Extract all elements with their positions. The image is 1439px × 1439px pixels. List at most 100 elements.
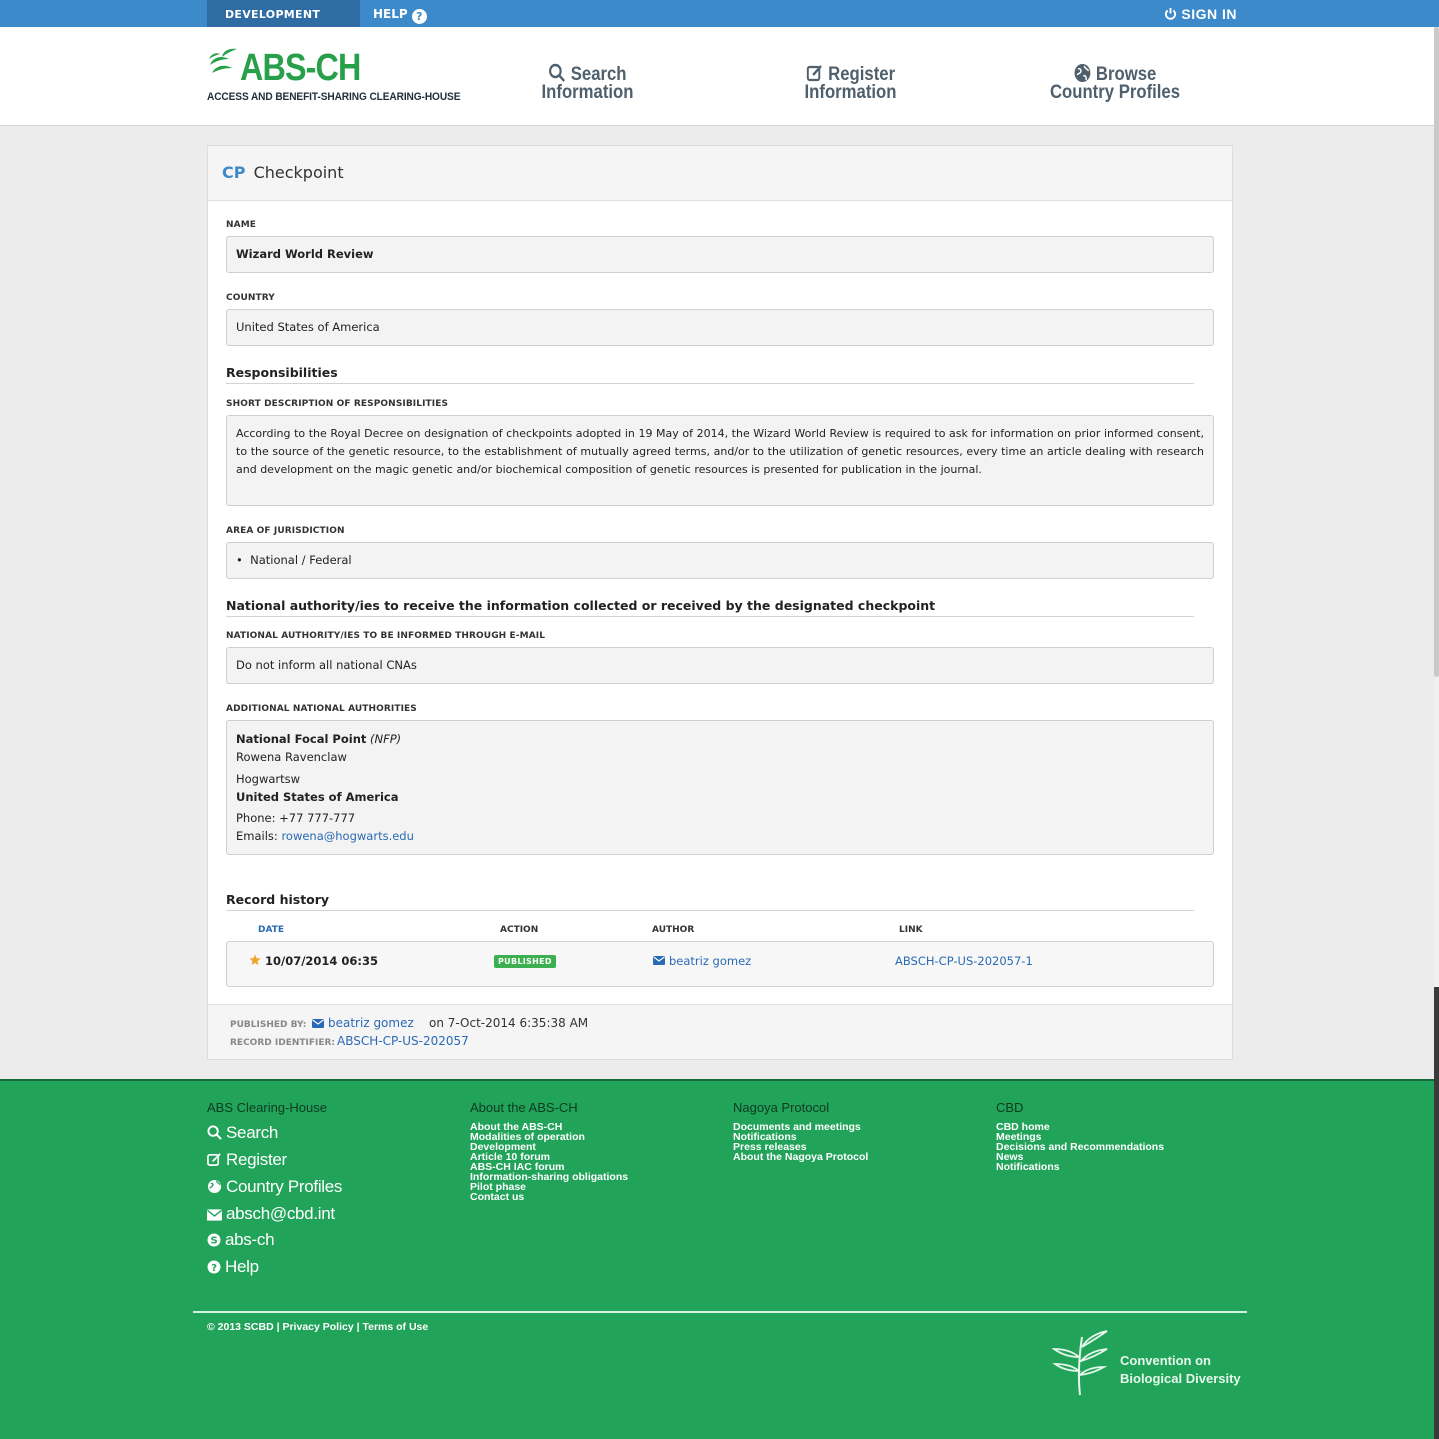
contact-person: Rowena Ravenclaw [236,750,347,764]
cbd-logo-icon [1052,1330,1108,1396]
name-field: Wizard World Review [226,236,1214,273]
history-author-link[interactable]: beatriz gomez [669,954,751,968]
jurisdiction-field: • National / Federal [226,542,1214,579]
contact-email-link[interactable]: rowena@hogwarts.edu [281,829,413,843]
history-col-action: ACTION [500,925,539,935]
question-icon: ? [411,9,427,24]
emails-label: Emails: [236,829,278,843]
nav-browse-country-profiles[interactable]: Browse Country Profiles [1049,63,1181,102]
table-row: 10/07/2014 06:35 PUBLISHED beatriz gomez… [226,941,1214,987]
footer-help-link[interactable]: ? Help [207,1257,259,1277]
cbd-line1: Convention on [1120,1353,1211,1368]
contact-card: National Focal Point (NFP) Rowena Ravenc… [226,720,1214,855]
scrollbar-thumb[interactable] [1434,27,1439,677]
copyright-text: © 2013 SCBD [207,1321,274,1333]
footer-country-profiles-label: Country Profiles [226,1177,343,1196]
footer-col1-title: ABS Clearing-House [207,1100,327,1115]
footer-col4-links: CBD home Meetings Decisions and Recommen… [996,1122,1164,1173]
record-panel: CP Checkpoint NAME Wizard World Review C… [207,145,1233,1060]
record-type-code: CP [222,163,246,182]
record-identifier-link[interactable]: ABSCH-CP-US-202057 [337,1034,469,1048]
record-history-heading: Record history [226,892,1194,911]
globe-icon [1074,64,1091,82]
logo-subtitle: ACCESS AND BENEFIT-SHARING CLEARING-HOUS… [207,91,461,103]
record-meta-footer: PUBLISHED BY: beatriz gomez on 7-Oct-201… [208,1004,1232,1059]
help-link[interactable]: HELP? [373,0,427,27]
published-by-label: PUBLISHED BY: [230,1020,307,1030]
email-inform-field: Do not inform all national CNAs [226,647,1214,684]
cbd-line2: Biological Diversity [1120,1371,1241,1386]
privacy-policy-link[interactable]: Privacy Policy [282,1321,353,1333]
edit-icon [806,65,822,82]
nav-line2: Country Profiles [1049,82,1181,103]
published-date: on 7-Oct-2014 6:35:38 AM [429,1016,589,1030]
responsibilities-heading: Responsibilities [226,365,1194,384]
site-footer: ABS Clearing-House Search Register Count… [0,1079,1434,1439]
published-by-link[interactable]: beatriz gomez [328,1016,414,1030]
sign-in-button[interactable]: SIGN IN [1164,0,1237,27]
footer-col3-title: Nagoya Protocol [733,1100,830,1115]
terms-of-use-link[interactable]: Terms of Use [362,1321,428,1333]
sign-in-label: SIGN IN [1181,6,1238,22]
top-bar: DEVELOPMENT HELP? SIGN IN [0,0,1439,27]
question-icon: ? [207,1260,221,1274]
svg-text:S: S [211,1236,218,1247]
star-icon [249,954,261,965]
name-label: NAME [226,220,257,230]
record-identifier-label: RECORD IDENTIFIER: [230,1038,336,1048]
contact-role: National Focal Point [236,732,367,746]
search-icon [207,1125,222,1140]
footer-skype-label: abs-ch [225,1230,275,1249]
nav-search-information[interactable]: Search Information [537,63,638,102]
cbd-name[interactable]: Convention on Biological Diversity [1120,1352,1241,1388]
footer-search-label: Search [226,1123,279,1142]
short-description-field: According to the Royal Decree on designa… [226,415,1214,506]
help-label: HELP [373,7,408,21]
footer-link[interactable]: Notifications [996,1162,1164,1173]
copyright-bar: © 2013 SCBD | Privacy Policy | Terms of … [207,1321,428,1333]
globe-icon [207,1179,222,1194]
nav-line2: Information [804,82,897,103]
contact-role-abbr: (NFP) [370,732,402,746]
email-inform-label: NATIONAL AUTHORITY/IES TO BE INFORMED TH… [226,631,546,641]
envelope-icon [207,1209,222,1221]
footer-email-label: absch@cbd.int [226,1204,335,1223]
footer-help-label: Help [225,1257,259,1276]
history-record-link[interactable]: ABSCH-CP-US-202057-1 [895,954,1033,968]
authorities-heading: National authority/ies to receive the in… [226,598,1194,617]
footer-col4-title: CBD [996,1100,1024,1115]
environment-tab[interactable]: DEVELOPMENT [207,0,360,27]
footer-link[interactable]: About the Nagoya Protocol [733,1152,868,1163]
record-type-label: Checkpoint [253,163,344,182]
jurisdiction-label: AREA OF JURISDICTION [226,526,345,536]
history-col-date[interactable]: DATE [258,925,284,935]
footer-register-link[interactable]: Register [207,1150,287,1170]
skype-icon: S [207,1233,221,1247]
record-title: CP Checkpoint [208,146,1232,201]
footer-country-profiles-link[interactable]: Country Profiles [207,1177,342,1197]
short-description-label: SHORT DESCRIPTION OF RESPONSIBILITIES [226,399,449,409]
scrollbar-track-dark [1434,987,1439,1439]
power-icon [1164,7,1177,20]
additional-authorities-label: ADDITIONAL NATIONAL AUTHORITIES [226,704,417,714]
logo-title: ABS-CH [240,47,361,89]
footer-email-link[interactable]: absch@cbd.int [207,1204,335,1224]
footer-link[interactable]: Contact us [470,1192,628,1203]
footer-skype-link[interactable]: Sabs-ch [207,1230,275,1250]
search-icon [549,63,566,82]
nav-line2: Information [541,82,634,103]
edit-icon [207,1153,221,1166]
footer-col2-links: About the ABS-CH Modalities of operation… [470,1122,628,1203]
page-scrollbar[interactable] [1434,27,1439,1439]
jurisdiction-value: National / Federal [250,553,352,567]
history-col-author: AUTHOR [652,925,695,935]
published-badge: PUBLISHED [494,955,556,968]
footer-search-link[interactable]: Search [207,1123,278,1143]
footer-col2-title: About the ABS-CH [470,1100,578,1115]
envelope-icon [312,1019,324,1028]
history-col-link: LINK [899,925,923,935]
leaf-logo-icon [209,48,237,73]
country-field: United States of America [226,309,1214,346]
contact-phone: Phone: +77 777-777 [236,811,356,825]
nav-register-information[interactable]: Register Information [800,63,901,102]
